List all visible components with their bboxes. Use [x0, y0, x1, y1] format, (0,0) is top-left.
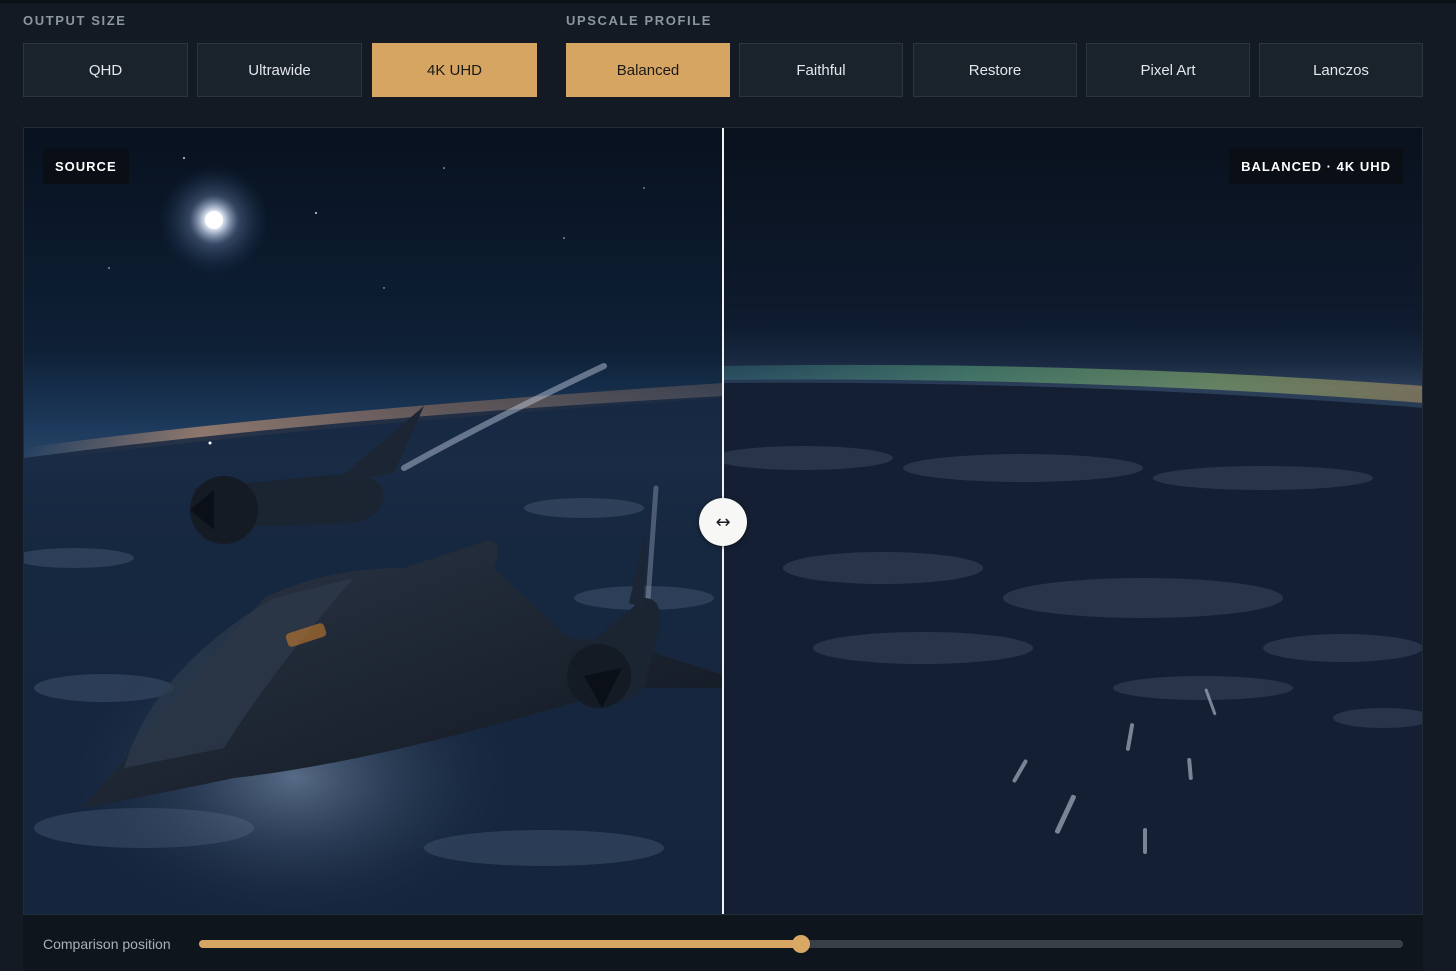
comparison-handle[interactable]: ↔ — [699, 498, 747, 546]
source-image — [24, 128, 723, 914]
upscale-profile-label: UPSCALE PROFILE — [566, 13, 713, 28]
left-right-arrow-icon: ↔ — [715, 511, 731, 533]
output-size-ultrawide-button[interactable]: Ultrawide — [197, 43, 362, 97]
source-badge: SOURCE — [43, 148, 129, 184]
slider-fill — [199, 940, 801, 948]
result-badge: BALANCED · 4K UHD — [1229, 148, 1403, 184]
profile-faithful-button[interactable]: Faithful — [739, 43, 903, 97]
profile-lanczos-button[interactable]: Lanczos — [1259, 43, 1423, 97]
comparison-position-slider[interactable] — [199, 935, 1403, 953]
source-image-pane — [24, 128, 723, 914]
output-size-4k-uhd-button[interactable]: 4K UHD — [372, 43, 537, 97]
profile-pixel-art-button[interactable]: Pixel Art — [1086, 43, 1250, 97]
slider-thumb[interactable] — [792, 935, 810, 953]
profile-restore-button[interactable]: Restore — [913, 43, 1077, 97]
output-size-qhd-button[interactable]: QHD — [23, 43, 188, 97]
upscaled-image — [723, 128, 1422, 914]
top-border — [0, 0, 1456, 3]
upscaled-image-pane — [723, 128, 1422, 914]
profile-balanced-button[interactable]: Balanced — [566, 43, 730, 97]
comparison-position-label: Comparison position — [43, 936, 171, 952]
output-size-label: OUTPUT SIZE — [23, 13, 127, 28]
comparison-viewer[interactable]: SOURCE BALANCED · 4K UHD ↔ — [23, 127, 1423, 915]
comparison-slider-bar: Comparison position — [23, 915, 1423, 971]
upscale-comparison-app: OUTPUT SIZE UPSCALE PROFILE QHD Ultrawid… — [0, 0, 1456, 971]
